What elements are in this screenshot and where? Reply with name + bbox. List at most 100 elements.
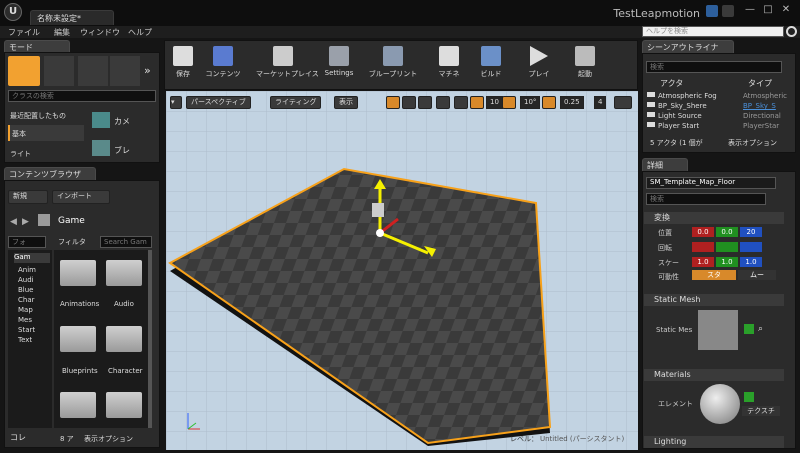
outliner-row[interactable]: Light Source Directional [644,112,788,121]
location-z[interactable]: 20 [740,227,762,237]
rotation-y[interactable] [716,242,738,252]
camera-speed-value[interactable]: 4 [594,96,607,109]
tree-item-maps[interactable]: Map [18,306,33,314]
category-recent[interactable]: 最近配置したもの [10,111,66,121]
menu-window[interactable]: ウィンドウ [80,27,120,38]
mesh-thumbnail[interactable] [698,310,738,350]
asset-character[interactable]: Character [108,367,143,375]
outliner-row[interactable]: Atmospheric Fog Atmospheric [644,92,788,101]
tree-item-blueprints[interactable]: Blue [18,286,34,294]
tab-content-browser[interactable]: コンテンツブラウザ [4,167,96,180]
folder-blueprints-icon[interactable] [60,326,96,352]
launch-button[interactable]: 起動 [568,44,602,84]
matinee-button[interactable]: マチネ [432,44,466,84]
more-modes-icon[interactable]: » [144,64,151,77]
details-search-input[interactable]: 検索 [646,193,766,205]
visibility-eye-icon[interactable] [647,92,655,130]
outliner-view-options[interactable]: 表示オプション [728,138,777,148]
folder-extra1-icon[interactable] [60,392,96,418]
build-button[interactable]: ビルド [474,44,508,84]
tree-item-character[interactable]: Char [18,296,35,304]
world-space-icon[interactable] [436,96,450,109]
tree-item-starter[interactable]: Start [18,326,35,334]
grid-snap-value[interactable]: 10 [486,96,503,109]
tab-scene-outliner[interactable]: シーンアウトライナ [642,40,734,53]
menu-edit[interactable]: 編集 [54,27,70,38]
tree-item-textures[interactable]: Text [18,336,32,344]
column-type[interactable]: タイプ [748,78,772,89]
browse-icon[interactable]: ⌕ [758,324,763,334]
play-button[interactable]: プレイ [522,44,556,84]
outliner-search-input[interactable]: 検索 [646,61,782,73]
settings-button[interactable]: Settings [322,44,356,84]
tree-item-game[interactable]: Gam [14,253,50,263]
folder-character-icon[interactable] [106,326,142,352]
rotate-mode-icon[interactable] [402,96,416,109]
surface-snap-icon[interactable] [454,96,468,109]
menu-help[interactable]: ヘルプ [128,27,152,38]
transform-header[interactable]: 変換 [644,212,784,224]
back-icon[interactable]: ◀ [10,217,17,227]
static-mesh-header[interactable]: Static Mesh [644,294,784,306]
blueprint-button[interactable]: ブループリント [369,44,417,84]
object-name-field[interactable]: SM_Template_Map_Floor [646,177,776,189]
tree-item-audio[interactable]: Audi [18,276,34,284]
asset-search-input[interactable]: Search Gam [100,236,152,248]
rotation-snap-icon[interactable] [502,96,516,109]
category-lights[interactable]: ライト [10,149,31,159]
save-button[interactable]: 保存 [166,44,200,84]
translate-mode-icon[interactable] [386,96,400,109]
outliner-row[interactable]: Player Start PlayerStar [644,122,788,131]
grid-snap-icon[interactable] [470,96,484,109]
maximize-viewport-icon[interactable] [614,96,632,109]
rotation-z[interactable] [740,242,762,252]
scale-y[interactable]: 1.0 [716,257,738,267]
mobility-static-button[interactable]: スタ [692,270,736,280]
location-y[interactable]: 0.0 [716,227,738,237]
new-button[interactable]: 新規 [8,190,48,204]
item-player[interactable]: ブレ [114,145,130,156]
column-actor[interactable]: アクタ [660,78,683,89]
collections-button[interactable]: コレ [10,432,26,443]
filter-button[interactable]: フィルタ [58,237,86,247]
minimize-button[interactable]: — [742,4,758,16]
foliage-mode-icon[interactable] [110,56,140,86]
landscape-mode-icon[interactable] [78,56,108,86]
use-selected-icon[interactable] [744,324,754,334]
material-thumbnail[interactable] [700,384,740,424]
paint-mode-icon[interactable] [44,56,74,86]
viewport-options-button[interactable]: ▾ [170,96,182,109]
asset-scrollbar[interactable] [148,250,152,428]
folder-extra2-icon[interactable] [106,392,142,418]
scale-z[interactable]: 1.0 [740,257,762,267]
maximize-button[interactable]: □ [760,4,776,16]
marketplace-button[interactable]: マーケットプレイス [256,44,319,84]
texture-dropdown[interactable]: テクスチ [742,406,780,416]
content-button[interactable]: コンテンツ [206,44,241,84]
folder-animations-icon[interactable] [60,260,96,286]
class-search-input[interactable]: クラスの検索 [8,90,156,102]
rotation-x[interactable] [692,242,714,252]
close-button[interactable]: ✕ [778,4,794,16]
import-button[interactable]: インポート [52,190,110,204]
folder-audio-icon[interactable] [106,260,142,286]
place-mode-icon[interactable] [8,56,40,86]
outliner-row[interactable]: BP_Sky_Shere BP_Sky_S [644,102,788,111]
scale-x[interactable]: 1.0 [692,257,714,267]
folder-search-input[interactable]: フォ [8,236,46,248]
tree-item-animations[interactable]: Anim [18,266,36,274]
help-search-input[interactable]: ヘルプを検索 [642,26,784,37]
use-selected-material-icon[interactable] [744,392,754,402]
item-camera[interactable]: カメ [114,116,130,127]
location-x[interactable]: 0.0 [692,227,714,237]
view-options-button[interactable]: 表示オプション [84,434,133,444]
forward-icon[interactable]: ▶ [22,217,29,227]
sync-icon[interactable] [722,5,734,17]
asset-blueprints[interactable]: Blueprints [62,367,98,375]
materials-header[interactable]: Materials [644,369,784,381]
scale-mode-icon[interactable] [418,96,432,109]
show-button[interactable]: 表示 [334,96,358,109]
asset-audio[interactable]: Audio [114,300,134,308]
document-tab[interactable]: 名称未設定* [30,10,114,25]
asset-animations[interactable]: Animations [60,300,99,308]
